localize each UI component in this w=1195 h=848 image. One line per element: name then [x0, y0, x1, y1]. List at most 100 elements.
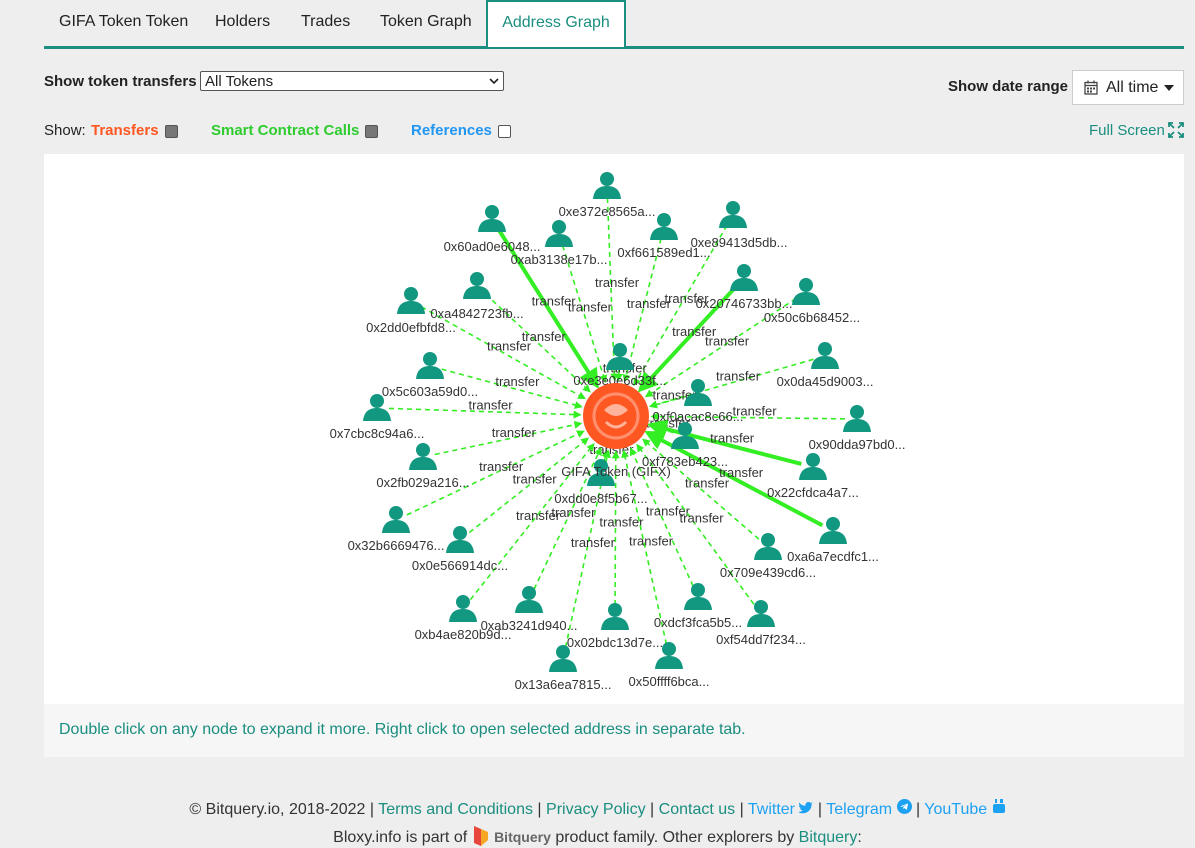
- address-node[interactable]: 0x7cbc8c94a6...: [330, 394, 425, 441]
- transfer-edge-label: transfer: [568, 300, 613, 315]
- address-node-label: 0xab3241d940...: [481, 618, 578, 633]
- calendar-icon: [1084, 80, 1098, 95]
- address-node[interactable]: 0xdcf3fca5b5...: [654, 583, 742, 630]
- address-node-label: 0x0e566914dc...: [412, 558, 508, 573]
- bitquery-logo-icon: [473, 826, 488, 846]
- user-icon: [792, 278, 820, 305]
- twitter-link[interactable]: Twitter: [748, 801, 795, 818]
- smart-contract-calls-checkbox[interactable]: [365, 125, 378, 138]
- bloxy-text: Bloxy.info is part of: [333, 829, 468, 846]
- user-icon: [747, 600, 775, 627]
- transfer-edge-label: transfer: [571, 535, 616, 550]
- references-label: References: [411, 122, 492, 139]
- user-icon: [606, 343, 634, 370]
- address-node[interactable]: 0xe89413d5db...: [691, 201, 788, 250]
- address-graph-canvas[interactable]: transfer transfer transfer transfer transfer…: [44, 154, 1184, 704]
- smart-contract-calls-label: Smart Contract Calls: [211, 122, 360, 139]
- footer-product-family: Bloxy.info is part of Bitquery product f…: [0, 826, 1195, 847]
- youtube-icon[interactable]: [992, 798, 1006, 814]
- user-icon: [545, 220, 573, 247]
- user-icon: [593, 172, 621, 199]
- user-icon: [416, 352, 444, 379]
- user-icon: [799, 453, 827, 480]
- privacy-link[interactable]: Privacy Policy: [546, 801, 646, 818]
- transfer-edge-label: transfer: [685, 475, 730, 490]
- token-filter-label: Show token transfers: [44, 73, 197, 90]
- address-node-label: 0xa4842723fb...: [430, 306, 523, 321]
- transfer-edge-label: transfer: [680, 511, 725, 526]
- address-node-label: 0x90dda97bd0...: [809, 437, 906, 452]
- transfer-edge-label: transfer: [716, 369, 761, 384]
- transfer-edge-label: transfer: [495, 374, 540, 389]
- contact-link[interactable]: Contact us: [659, 801, 735, 818]
- transfer-edge-label: transfer: [468, 398, 513, 413]
- user-icon: [478, 205, 506, 232]
- tab-holders[interactable]: Holders: [215, 0, 270, 44]
- transfer-edge-label: transfer: [710, 431, 755, 446]
- date-range-button[interactable]: All time: [1072, 70, 1184, 105]
- address-node[interactable]: 0x13a6ea7815...: [515, 645, 612, 692]
- tab-token[interactable]: GIFA Token Token: [59, 0, 188, 44]
- address-node[interactable]: 0x60ad0e6048...: [444, 205, 541, 254]
- address-node[interactable]: 0x0da45d9003...: [777, 342, 874, 389]
- tab-address-graph[interactable]: Address Graph: [486, 0, 626, 47]
- address-node[interactable]: 0x20746733bb...: [696, 264, 793, 311]
- user-icon: [409, 443, 437, 470]
- address-node-label: 0x02bdc13d7e...: [567, 635, 663, 650]
- youtube-link[interactable]: YouTube: [924, 801, 987, 818]
- user-icon: [463, 272, 491, 299]
- tab-trades[interactable]: Trades: [301, 0, 350, 44]
- address-node-label: 0x709e439cd6...: [720, 565, 816, 580]
- address-node-label: 0x2dd0efbfd8...: [366, 320, 456, 335]
- transfers-label: Transfers: [91, 122, 159, 139]
- address-node[interactable]: 0xe372e8565a...: [559, 172, 656, 219]
- address-node[interactable]: 0x02bdc13d7e...: [567, 603, 663, 650]
- address-node-label: 0xdd0e8f5b67...: [554, 491, 647, 506]
- transfer-edge-label: transfer: [629, 534, 674, 549]
- graph-hint-text: Double click on any node to expand it mo…: [59, 721, 746, 738]
- address-node-label: 0x0da45d9003...: [777, 374, 874, 389]
- expand-icon[interactable]: [1168, 122, 1184, 138]
- address-node[interactable]: 0x32b6669476...: [348, 506, 445, 553]
- terms-link[interactable]: Terms and Conditions: [378, 801, 533, 818]
- user-icon: [684, 583, 712, 610]
- address-node[interactable]: 0xab3241d940...: [481, 586, 578, 633]
- transfer-edge-label: transfer: [487, 339, 532, 354]
- token-select[interactable]: All Tokens: [200, 71, 504, 91]
- address-node[interactable]: 0xe3e0e6d33f...: [573, 343, 667, 388]
- transfer-edge-label: transfer: [513, 471, 558, 486]
- address-node-label: 0xe89413d5db...: [691, 235, 788, 250]
- address-node-label: 0x2fb029a216...: [376, 475, 469, 490]
- chevron-down-icon: [489, 78, 499, 85]
- tab-token-graph[interactable]: Token Graph: [380, 0, 472, 44]
- transfers-checkbox[interactable]: [165, 125, 178, 138]
- address-node-label: 0x22cfdca4a7...: [767, 485, 859, 500]
- tab-bar: GIFA Token Token Holders Trades Token Gr…: [44, 0, 1184, 49]
- show-label: Show:: [44, 122, 86, 139]
- user-icon: [719, 201, 747, 228]
- user-icon: [515, 586, 543, 613]
- address-node[interactable]: 0xa4842723fb...: [430, 272, 524, 321]
- user-icon: [754, 533, 782, 560]
- graph-hint: Double click on any node to expand it mo…: [44, 704, 1184, 757]
- full-screen-link[interactable]: Full Screen: [1089, 122, 1165, 139]
- telegram-icon[interactable]: [896, 799, 912, 814]
- address-node-label: 0xab3138e17b...: [511, 252, 608, 267]
- transfer-edge-label: transfer: [551, 505, 596, 520]
- transfer-edge-label: transfer: [705, 333, 750, 348]
- address-node-label: 0x13a6ea7815...: [515, 677, 612, 692]
- address-node-label: 0x50c6b68452...: [764, 310, 860, 325]
- copyright-text: © Bitquery.io, 2018-2022: [189, 801, 366, 818]
- token-select-value: All Tokens: [205, 73, 274, 90]
- address-node[interactable]: 0x90dda97bd0...: [809, 405, 906, 452]
- address-node-label: 0x32b6669476...: [348, 538, 445, 553]
- references-checkbox[interactable]: [498, 125, 511, 138]
- user-icon: [446, 526, 474, 553]
- bitquery-link[interactable]: Bitquery: [799, 829, 858, 846]
- user-icon: [730, 264, 758, 291]
- twitter-icon[interactable]: [798, 802, 814, 814]
- telegram-link[interactable]: Telegram: [826, 801, 892, 818]
- show-options: Show: Transfers Smart Contract Calls Ref…: [44, 122, 1184, 142]
- address-node-label: 0xdcf3fca5b5...: [654, 615, 742, 630]
- address-node[interactable]: 0xa6a7ecdfc1...: [787, 517, 879, 564]
